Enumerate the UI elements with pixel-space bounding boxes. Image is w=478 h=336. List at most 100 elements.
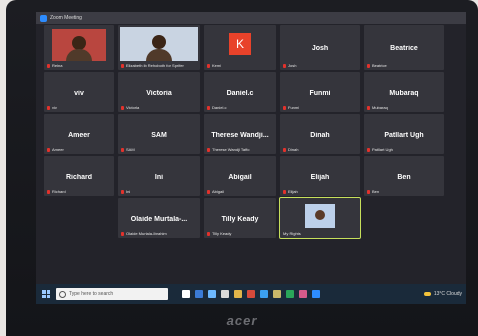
- participant-tile[interactable]: Richard Richard: [44, 156, 114, 196]
- participant-tile[interactable]: Elizabeth ib Rehoboth for Sprifer: [118, 25, 200, 70]
- participant-name: Richard: [65, 173, 93, 181]
- muted-mic-icon: [207, 147, 210, 152]
- participant-label-text: Josh: [288, 63, 297, 68]
- participant-tile[interactable]: K Kemi: [204, 25, 276, 70]
- participant-tile[interactable]: Beatrice Beatrice: [364, 25, 444, 70]
- participant-tile[interactable]: Daniel.c Daniel.c: [204, 72, 276, 112]
- participant-label: Olaide Murtala-Ibrahim: [121, 231, 167, 236]
- participant-tile[interactable]: Patllart Ugh Patllart Ugh: [364, 114, 444, 154]
- taskbar-search-input[interactable]: Type here to search: [56, 288, 168, 300]
- participant-label: Josh: [283, 63, 296, 68]
- muted-mic-icon: [283, 105, 286, 110]
- participant-label-text: Ameer: [52, 147, 64, 152]
- active-speaker-video: [305, 204, 335, 228]
- participant-label-text: Therese Wandji Taffo: [212, 147, 250, 152]
- muted-mic-icon: [121, 105, 124, 110]
- participant-name: Ini: [154, 173, 164, 181]
- weather-icon: [423, 292, 431, 296]
- participant-label: Abigail: [207, 189, 224, 194]
- participant-tile[interactable]: My Rights: [279, 197, 361, 239]
- muted-mic-icon: [207, 231, 210, 236]
- participant-label-text: Abigail: [212, 189, 225, 194]
- participant-label: Tilly Keady: [207, 231, 231, 236]
- participant-label: Patllart Ugh: [367, 147, 393, 152]
- zoom-titlebar: Zoom Meeting: [36, 12, 466, 24]
- participant-tile: [44, 198, 114, 238]
- participant-tile[interactable]: Ben Ben: [364, 156, 444, 196]
- participant-name: viv: [74, 89, 84, 97]
- participant-name: Olaide Murtala-...: [130, 215, 188, 223]
- participant-label: Mubaraq: [367, 105, 388, 110]
- participant-name: SAM: [151, 131, 167, 139]
- search-icon: [59, 290, 66, 298]
- participant-grid: Reina Elizabeth ib Rehoboth for Sprifer K K…: [36, 25, 466, 282]
- start-button[interactable]: [42, 290, 50, 298]
- participant-tile[interactable]: Abigail Abigail: [204, 156, 276, 196]
- participant-label: Beatrice: [367, 63, 387, 68]
- participant-label-text: Olaide Murtala-Ibrahim: [126, 231, 167, 236]
- muted-mic-icon: [207, 105, 210, 110]
- participant-name: Funmi: [309, 89, 331, 97]
- taskbar-app-icon[interactable]: [234, 290, 242, 298]
- laptop-frame: Zoom Meeting Reina Elizabeth ib Rehoboth …: [6, 0, 478, 336]
- taskbar-app-icon[interactable]: [195, 290, 203, 298]
- taskbar-app-icon[interactable]: [247, 290, 255, 298]
- window-title: Zoom Meeting: [50, 15, 82, 21]
- taskbar-app-icon[interactable]: [273, 290, 281, 298]
- taskbar-app-icon[interactable]: [182, 290, 190, 298]
- muted-mic-icon: [47, 147, 50, 152]
- participant-tile[interactable]: Dinah Dinah: [280, 114, 360, 154]
- participant-tile[interactable]: Josh Josh: [280, 25, 360, 70]
- participant-label: viv: [47, 105, 57, 110]
- participant-tile[interactable]: SAM SAM: [118, 114, 200, 154]
- muted-mic-icon: [367, 63, 370, 68]
- participant-tile[interactable]: Funmi Funmi: [280, 72, 360, 112]
- taskbar-app-icon[interactable]: [312, 290, 320, 298]
- participant-label-text: Mubaraq: [372, 105, 388, 110]
- participant-label: Ben: [367, 189, 379, 194]
- weather-text[interactable]: 13°C Cloudy: [434, 291, 462, 297]
- muted-mic-icon: [121, 147, 124, 152]
- participant-tile[interactable]: Victoria Victoria: [118, 72, 200, 112]
- participant-label-text: Patllart Ugh: [372, 147, 393, 152]
- participant-name: Therese Wandji...: [211, 131, 269, 139]
- participant-name: Ben: [397, 173, 411, 181]
- participant-tile[interactable]: viv viv: [44, 72, 114, 112]
- participant-label-text: Tilly Keady: [212, 231, 232, 236]
- muted-mic-icon: [367, 147, 370, 152]
- participant-name: Victoria: [146, 89, 172, 97]
- search-placeholder: Type here to search: [69, 291, 114, 297]
- participant-label-text: Ini: [126, 189, 131, 194]
- participant-label: Daniel.c: [207, 105, 226, 110]
- participant-label: Therese Wandji Taffo: [207, 147, 250, 152]
- participant-label-text: viv: [52, 105, 57, 110]
- participant-tile[interactable]: Mubaraq Mubaraq: [364, 72, 444, 112]
- muted-mic-icon: [283, 189, 286, 194]
- participant-label-text: Ben: [372, 189, 380, 194]
- person-head: [152, 35, 166, 50]
- participant-tile[interactable]: Reina: [44, 25, 114, 70]
- participant-tile[interactable]: Therese Wandji... Therese Wandji Taffo: [204, 114, 276, 154]
- participant-tile[interactable]: Olaide Murtala-... Olaide Murtala-Ibrahim: [118, 198, 200, 238]
- participant-tile[interactable]: Ameer Ameer: [44, 114, 114, 154]
- participant-tile[interactable]: Ini Ini: [118, 156, 200, 196]
- participant-label-text: Elijah: [288, 189, 298, 194]
- taskbar-app-icon[interactable]: [221, 290, 229, 298]
- participant-tile[interactable]: Tilly Keady Tilly Keady: [204, 198, 276, 238]
- taskbar-app-icon[interactable]: [286, 290, 294, 298]
- participant-label: Richard: [47, 189, 66, 194]
- participant-label: SAM: [121, 147, 135, 152]
- muted-mic-icon: [47, 189, 50, 194]
- participant-tile[interactable]: Elijah Elijah: [280, 156, 360, 196]
- system-tray: 13°C Cloudy: [423, 291, 462, 297]
- participant-label-text: Funmi: [288, 105, 300, 110]
- taskbar-app-icon[interactable]: [299, 290, 307, 298]
- taskbar-app-icon[interactable]: [208, 290, 216, 298]
- participant-label-text: SAM: [126, 147, 135, 152]
- participant-label-text: Richard: [52, 189, 66, 194]
- muted-mic-icon: [283, 63, 286, 68]
- taskbar-app-icon[interactable]: [260, 290, 268, 298]
- participant-name: Tilly Keady: [221, 215, 259, 223]
- person-body: [66, 49, 92, 61]
- participant-name: Mubaraq: [389, 89, 419, 97]
